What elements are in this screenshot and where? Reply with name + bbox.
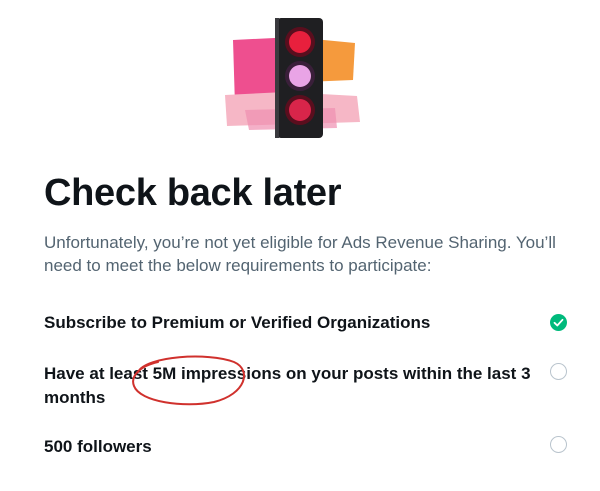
traffic-light-illustration <box>225 18 360 138</box>
checkmark-icon <box>550 314 567 331</box>
requirement-item-premium: Subscribe to Premium or Verified Organiz… <box>44 311 584 337</box>
requirement-label: Have at least 5M impressions on your pos… <box>44 364 531 407</box>
requirement-label: Subscribe to Premium or Verified Organiz… <box>44 313 431 332</box>
eligibility-message: Unfortunately, you’re not yet eligible f… <box>44 233 556 275</box>
empty-circle-icon <box>550 436 567 453</box>
requirement-label: 500 followers <box>44 437 152 456</box>
requirement-item-impressions: Have at least 5M impressions on your pos… <box>44 362 584 412</box>
empty-circle-icon <box>550 363 567 380</box>
requirement-item-followers: 500 followers <box>44 435 584 461</box>
page-title: Check back later <box>44 172 342 214</box>
